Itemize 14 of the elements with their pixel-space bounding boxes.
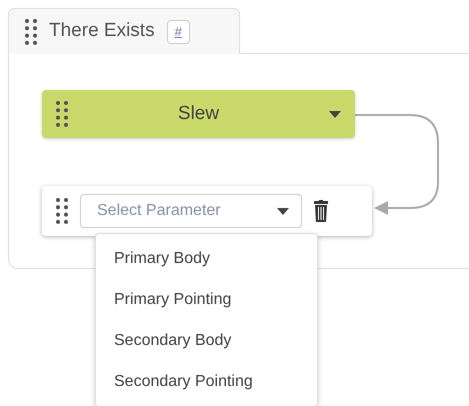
drag-handle-icon[interactable] <box>25 18 37 44</box>
action-block[interactable]: Slew <box>42 90 355 138</box>
block-label: Slew <box>176 102 220 126</box>
caret-icon <box>329 110 341 118</box>
dropdown-option[interactable]: Primary Body <box>96 238 317 279</box>
trash-icon[interactable] <box>314 200 328 222</box>
dropdown-option[interactable]: Primary Pointing <box>96 279 317 320</box>
drag-handle-icon[interactable] <box>56 198 68 224</box>
caret-icon <box>277 208 289 214</box>
dropdown-option[interactable]: Secondary Body <box>96 320 317 361</box>
tab-title: There Exists <box>49 19 155 44</box>
drag-handle-icon[interactable] <box>56 101 68 127</box>
hash-button[interactable]: # <box>166 20 190 44</box>
dropdown-option[interactable]: Secondary Pointing <box>96 361 317 402</box>
